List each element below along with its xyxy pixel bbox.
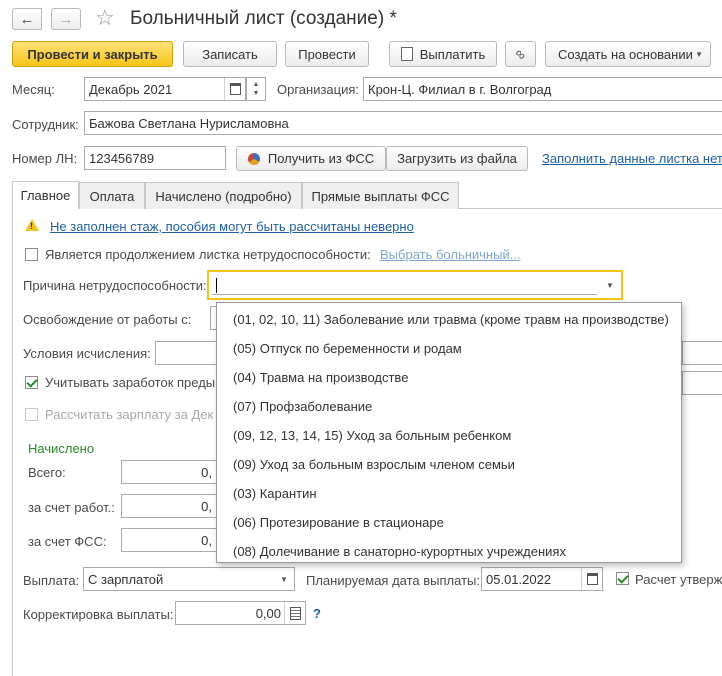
tab-payment[interactable]: Оплата xyxy=(79,182,145,209)
chevron-down-icon: ▼ xyxy=(695,49,703,59)
pay-button[interactable]: Выплатить xyxy=(389,41,497,67)
reason-option-04[interactable]: (04) Травма на производстве xyxy=(217,363,681,392)
tab-accrued-details[interactable]: Начислено (подробно) xyxy=(145,182,302,209)
calc-salary-label: Рассчитать зарплату за Дек xyxy=(45,407,214,422)
earnings-field-right[interactable] xyxy=(682,371,722,395)
help-link[interactable]: ? xyxy=(313,606,321,621)
month-stepper[interactable]: ▲ ▼ xyxy=(246,77,266,101)
tab-main[interactable]: Главное xyxy=(12,181,79,209)
fill-data-link[interactable]: Заполнить данные листка нетр xyxy=(542,151,722,166)
fss-label: за счет ФСС: xyxy=(28,534,107,549)
get-fss-label: Получить из ФСС xyxy=(267,151,375,166)
correction-value: 0,00 xyxy=(255,605,281,621)
tab-direct-fss[interactable]: Прямые выплаты ФСС xyxy=(302,182,459,209)
paperclip-icon: ∞ xyxy=(511,44,530,64)
reason-option-09-adult[interactable]: (09) Уход за больным взрослым членом сем… xyxy=(217,450,681,479)
reason-option-06[interactable]: (06) Протезирование в стационаре xyxy=(217,508,681,537)
month-value: Декабрь 2021 xyxy=(89,81,173,97)
reason-dropdown-list[interactable]: (01, 02, 10, 11) Заболевание или травма … xyxy=(216,302,682,563)
chevron-down-icon[interactable]: ▼ xyxy=(599,272,621,298)
choose-sick-link[interactable]: Выбрать больничный... xyxy=(380,247,521,262)
calc-salary-checkbox[interactable] xyxy=(25,408,38,421)
ln-value: 123456789 xyxy=(89,150,155,166)
payment-value: С зарплатой xyxy=(88,571,164,587)
month-label: Месяц: xyxy=(12,82,55,97)
warning-link[interactable]: Не заполнен стаж, пособия могут быть рас… xyxy=(50,219,414,234)
payment-label: Выплата: xyxy=(23,573,80,588)
employer-value: 0, xyxy=(201,498,212,514)
post-and-close-button[interactable]: Провести и закрыть xyxy=(12,41,173,67)
arrow-right-icon: → xyxy=(58,10,74,28)
reason-option-09-child[interactable]: (09, 12, 13, 14, 15) Уход за больным реб… xyxy=(217,421,681,450)
conditions-label: Условия исчисления: xyxy=(23,346,151,361)
post-button[interactable]: Провести xyxy=(285,41,369,67)
employee-value: Бажова Светлана Нурисламовна xyxy=(89,115,289,131)
stepper-up-icon[interactable]: ▲ xyxy=(253,80,260,89)
create-based-button[interactable]: Создать на основании ▼ xyxy=(545,41,711,67)
window-title: Больничный лист (создание) * xyxy=(130,8,397,29)
conditions-field-right[interactable] xyxy=(682,341,722,365)
employee-field[interactable]: Бажова Светлана Нурисламовна xyxy=(84,111,722,135)
text-cursor xyxy=(216,278,217,293)
pay-button-label: Выплатить xyxy=(419,46,486,62)
calc-approved-label: Расчет утвержд xyxy=(635,572,722,587)
load-file-button[interactable]: Загрузить из файла xyxy=(386,146,528,171)
ln-field[interactable]: 123456789 xyxy=(84,146,226,170)
document-icon xyxy=(400,47,413,61)
calculator-icon[interactable] xyxy=(284,602,305,624)
attach-button[interactable]: ∞ xyxy=(505,41,536,67)
calendar-icon[interactable] xyxy=(581,568,602,590)
get-fss-button[interactable]: Получить из ФСС xyxy=(236,146,386,171)
save-button[interactable]: Записать xyxy=(183,41,277,67)
reason-option-05[interactable]: (05) Отпуск по беременности и родам xyxy=(217,334,681,363)
fss-field: 0, xyxy=(121,528,217,552)
total-field: 0, xyxy=(121,460,217,484)
month-field[interactable]: Декабрь 2021 xyxy=(84,77,246,101)
tab-panel-border xyxy=(12,208,13,676)
consider-earnings-checkbox[interactable] xyxy=(25,376,38,389)
reason-label: Причина нетрудоспособности: xyxy=(23,278,207,293)
create-based-label: Создать на основании xyxy=(558,46,693,62)
calendar-icon[interactable] xyxy=(224,78,245,100)
calc-approved-checkbox[interactable] xyxy=(616,572,629,585)
planned-date-field[interactable]: 05.01.2022 xyxy=(481,567,603,591)
fss-logo-icon xyxy=(247,152,260,165)
reason-option-08[interactable]: (08) Долечивание в санаторно-курортных у… xyxy=(217,537,681,566)
back-button[interactable]: ← xyxy=(12,8,42,30)
reason-option-03[interactable]: (03) Карантин xyxy=(217,479,681,508)
accrued-section-title: Начислено xyxy=(28,441,95,456)
org-label: Организация: xyxy=(277,82,360,97)
reason-input-inner[interactable] xyxy=(212,275,597,295)
conditions-field[interactable] xyxy=(155,341,220,365)
total-label: Всего: xyxy=(28,465,66,480)
employer-field: 0, xyxy=(121,494,217,518)
ln-label: Номер ЛН: xyxy=(12,151,78,166)
total-value: 0, xyxy=(201,464,212,480)
reason-select[interactable]: ▼ xyxy=(207,270,623,300)
correction-field[interactable]: 0,00 xyxy=(175,601,306,625)
stepper-down-icon[interactable]: ▼ xyxy=(253,89,260,98)
employer-label: за счет работ.: xyxy=(28,500,115,515)
reason-option-07[interactable]: (07) Профзаболевание xyxy=(217,392,681,421)
star-icon[interactable]: ☆ xyxy=(95,5,115,31)
planned-date-value: 05.01.2022 xyxy=(486,571,552,587)
forward-button[interactable]: → xyxy=(51,8,81,30)
org-value: Крон-Ц. Филиал в г. Волгоград xyxy=(368,81,552,97)
release-label: Освобождение от работы с: xyxy=(23,312,192,327)
org-field[interactable]: Крон-Ц. Филиал в г. Волгоград xyxy=(363,77,722,101)
continuation-checkbox[interactable] xyxy=(25,248,38,261)
consider-earnings-label: Учитывать заработок преды xyxy=(45,375,216,390)
continuation-label: Является продолжением листка нетрудоспос… xyxy=(45,247,371,262)
employee-label: Сотрудник: xyxy=(12,117,79,132)
chevron-down-icon[interactable]: ▼ xyxy=(274,568,294,590)
planned-date-label: Планируемая дата выплаты: xyxy=(306,573,480,588)
arrow-left-icon: ← xyxy=(19,10,35,28)
payment-select[interactable]: С зарплатой ▼ xyxy=(83,567,295,591)
correction-label: Корректировка выплаты: xyxy=(23,607,174,622)
fss-value: 0, xyxy=(201,532,212,548)
reason-option-01[interactable]: (01, 02, 10, 11) Заболевание или травма … xyxy=(217,305,681,334)
